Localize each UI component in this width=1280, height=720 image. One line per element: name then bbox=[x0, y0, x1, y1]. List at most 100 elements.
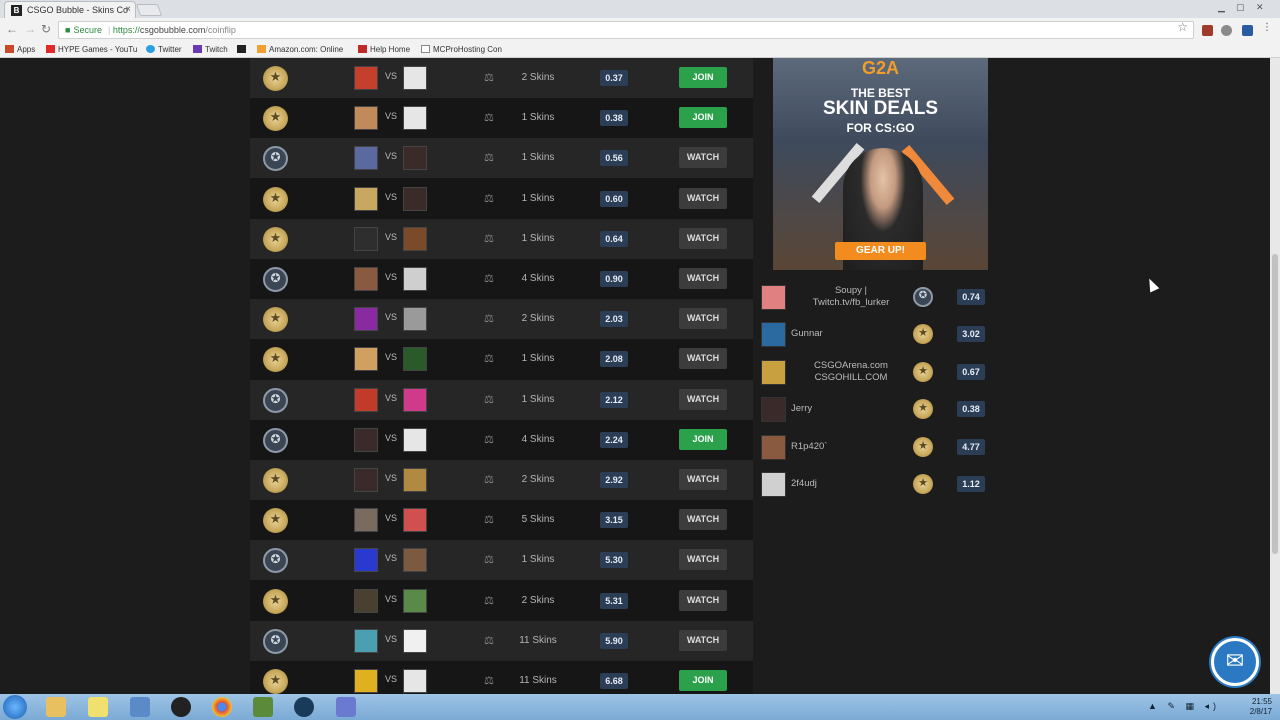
system-clock[interactable]: 21:55 2/8/17 bbox=[1250, 697, 1272, 717]
opponent-avatar[interactable] bbox=[403, 628, 427, 653]
bookmark-twitch[interactable]: Twitch bbox=[193, 45, 228, 54]
address-bar[interactable]: ■ Secure | https://csgobubble.com/coinflip bbox=[58, 21, 1194, 39]
watch-button[interactable]: WATCH bbox=[679, 308, 727, 330]
opponent-avatar[interactable] bbox=[403, 307, 427, 332]
join-button[interactable]: JOIN bbox=[679, 67, 727, 88]
creator-avatar[interactable] bbox=[354, 146, 378, 171]
creator-avatar[interactable] bbox=[354, 106, 378, 131]
opponent-avatar[interactable] bbox=[403, 548, 427, 573]
opponent-avatar[interactable] bbox=[403, 347, 427, 372]
join-button[interactable]: JOIN bbox=[679, 107, 727, 129]
creator-avatar[interactable] bbox=[354, 387, 378, 412]
opponent-avatar[interactable] bbox=[403, 427, 427, 452]
watch-button[interactable]: WATCH bbox=[679, 187, 727, 209]
bookmark-star-icon[interactable]: ☆ bbox=[1177, 20, 1188, 34]
watch-button[interactable]: WATCH bbox=[679, 509, 727, 531]
watch-button[interactable]: WATCH bbox=[679, 348, 727, 370]
bookmark-mcprohosting[interactable]: MCProHosting Con bbox=[421, 45, 502, 54]
player-avatar[interactable] bbox=[761, 472, 786, 497]
creator-avatar[interactable] bbox=[354, 468, 378, 492]
start-button[interactable] bbox=[3, 695, 27, 719]
opponent-avatar[interactable] bbox=[403, 186, 427, 211]
opponent-avatar[interactable] bbox=[403, 226, 427, 251]
extension-icon[interactable] bbox=[1202, 25, 1213, 36]
player-avatar[interactable] bbox=[761, 434, 786, 460]
menu-icon[interactable]: ⋮ bbox=[1262, 22, 1273, 33]
pot-value: 5.30 bbox=[600, 552, 628, 569]
system-tray-icons[interactable]: ▲ ✎ ▦ ◂) bbox=[1148, 701, 1220, 712]
watch-button[interactable]: WATCH bbox=[679, 469, 727, 490]
minimize-icon[interactable]: ▁ bbox=[1218, 2, 1225, 13]
opponent-avatar[interactable] bbox=[403, 468, 427, 492]
extension-icon[interactable] bbox=[1221, 25, 1232, 36]
chat-button[interactable]: ✉ bbox=[1211, 638, 1259, 686]
creator-avatar[interactable] bbox=[354, 226, 378, 251]
coinflip-row: ★ VS ⚖ 1 Skins 2.08 WATCH bbox=[250, 339, 753, 380]
watch-button[interactable]: WATCH bbox=[679, 629, 727, 651]
join-button[interactable]: JOIN bbox=[679, 428, 727, 450]
opponent-avatar[interactable] bbox=[403, 106, 427, 131]
opponent-avatar[interactable] bbox=[403, 146, 427, 171]
creator-avatar[interactable] bbox=[354, 628, 378, 653]
reload-icon[interactable]: ↻ bbox=[41, 22, 51, 36]
forward-icon[interactable]: → bbox=[24, 22, 36, 36]
creator-avatar[interactable] bbox=[354, 427, 378, 452]
player-avatar[interactable] bbox=[761, 359, 786, 385]
extension-icon[interactable] bbox=[1242, 25, 1253, 36]
steam-icon[interactable] bbox=[294, 697, 314, 717]
creator-avatar[interactable] bbox=[354, 307, 378, 332]
bookmark-unnamed[interactable] bbox=[237, 45, 249, 54]
player-avatar[interactable] bbox=[761, 285, 786, 310]
opponent-avatar[interactable] bbox=[403, 66, 427, 90]
chrome-icon[interactable] bbox=[212, 697, 232, 717]
bookmark-help-home[interactable]: Help Home bbox=[358, 45, 410, 54]
bookmark-amazon[interactable]: Amazon.com: Online bbox=[257, 45, 343, 54]
app-icon[interactable] bbox=[130, 697, 150, 717]
creator-avatar[interactable] bbox=[354, 588, 378, 613]
watch-button[interactable]: WATCH bbox=[679, 549, 727, 571]
opponent-avatar[interactable] bbox=[403, 508, 427, 533]
pot-value: 0.90 bbox=[600, 271, 628, 287]
browser-tab[interactable]: B CSGO Bubble - Skins Co × bbox=[4, 1, 136, 18]
bookmark-apps[interactable]: Apps bbox=[5, 45, 35, 54]
g2a-advert[interactable]: G2A THE BEST SKIN DEALS FOR CS:GO GEAR U… bbox=[773, 58, 988, 270]
creator-avatar[interactable] bbox=[354, 66, 378, 90]
bookmark-twitter[interactable]: Twitter bbox=[146, 45, 182, 54]
player-name: Gunnar bbox=[791, 328, 823, 340]
creator-avatar[interactable] bbox=[354, 548, 378, 573]
player-value: 0.74 bbox=[957, 289, 985, 305]
watch-button[interactable]: WATCH bbox=[679, 388, 727, 410]
opponent-avatar[interactable] bbox=[403, 387, 427, 412]
watch-button[interactable]: WATCH bbox=[679, 268, 727, 289]
ad-cta-button[interactable]: GEAR UP! bbox=[835, 242, 926, 260]
creator-avatar[interactable] bbox=[354, 508, 378, 533]
player-avatar[interactable] bbox=[761, 322, 786, 348]
join-button[interactable]: JOIN bbox=[679, 670, 727, 691]
creator-avatar[interactable] bbox=[354, 267, 378, 291]
opponent-avatar[interactable] bbox=[403, 267, 427, 291]
creator-avatar[interactable] bbox=[354, 347, 378, 372]
scrollbar-thumb[interactable] bbox=[1272, 254, 1278, 554]
folder-icon[interactable] bbox=[88, 697, 108, 717]
bookmark-hype-games[interactable]: HYPE Games - YouTu bbox=[46, 45, 137, 54]
minecraft-icon[interactable] bbox=[253, 697, 273, 717]
player-avatar[interactable] bbox=[761, 397, 786, 423]
t-side-icon: ★ bbox=[263, 66, 288, 91]
opponent-avatar[interactable] bbox=[403, 669, 427, 693]
discord-icon[interactable] bbox=[336, 697, 356, 717]
watch-button[interactable]: WATCH bbox=[679, 147, 727, 169]
pot-value: 0.60 bbox=[600, 190, 628, 207]
watch-button[interactable]: WATCH bbox=[679, 227, 727, 249]
back-icon[interactable]: ← bbox=[6, 22, 18, 36]
watch-button[interactable]: WATCH bbox=[679, 589, 727, 611]
explorer-icon[interactable] bbox=[46, 697, 66, 717]
maximize-icon[interactable]: ▢ bbox=[1236, 2, 1245, 13]
window-close-icon[interactable]: ✕ bbox=[1256, 2, 1264, 13]
opponent-avatar[interactable] bbox=[403, 588, 427, 613]
new-tab-button[interactable] bbox=[135, 4, 163, 16]
creator-avatar[interactable] bbox=[354, 669, 378, 693]
creator-avatar[interactable] bbox=[354, 186, 378, 211]
close-icon[interactable]: × bbox=[125, 4, 131, 15]
page-scrollbar[interactable] bbox=[1270, 58, 1280, 694]
obs-icon[interactable] bbox=[171, 697, 191, 717]
